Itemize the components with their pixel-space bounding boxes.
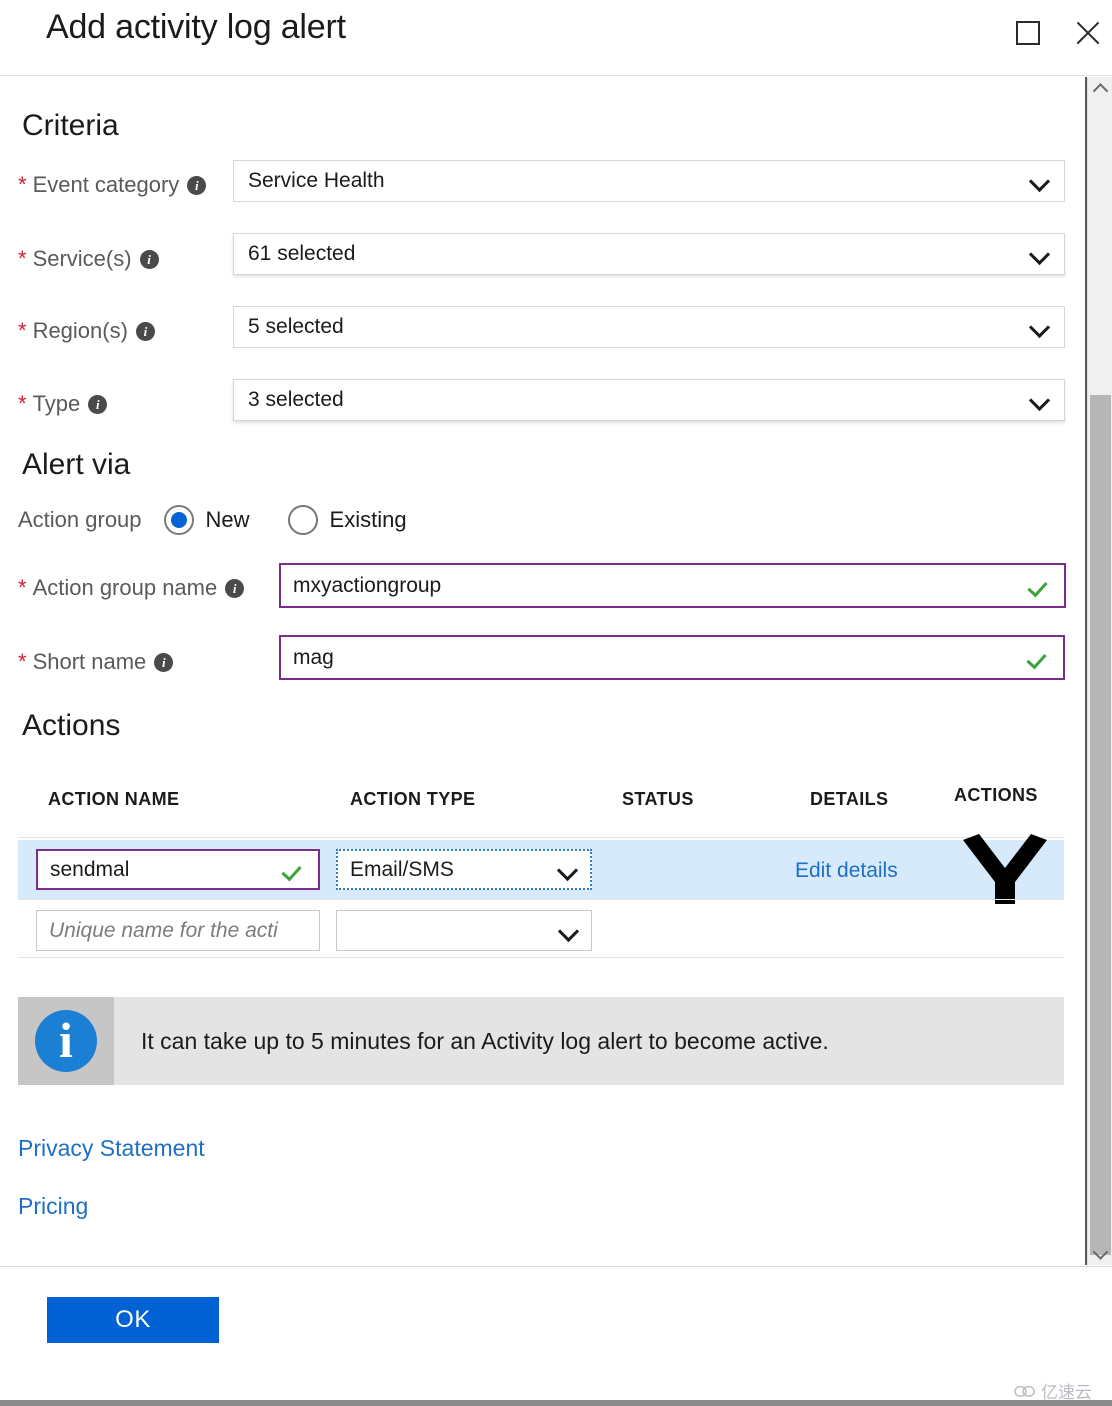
required-asterisk: * [18,575,27,600]
watermark: 亿速云 [1014,1378,1092,1403]
action-group-name-input[interactable]: mxyactiongroup [279,563,1066,608]
chevron-down-icon [1030,244,1050,264]
field-label-text: Action group name [32,575,218,600]
row-action-type-dropdown[interactable]: Email/SMS [336,849,592,890]
valid-check-icon [1029,647,1051,669]
column-header-actions: ACTIONS [954,785,1038,805]
regions-dropdown[interactable]: 5 selected [233,306,1065,348]
info-icon[interactable]: i [139,249,159,269]
regions-label: * Region(s) i [18,318,155,344]
watermark-text: 亿速云 [1041,1383,1092,1402]
alert-via-heading: Alert via [22,448,131,481]
banner-icon-box: i [18,997,114,1085]
radio-existing[interactable] [287,505,318,535]
event-category-label: * Event category i [18,172,207,198]
title-bar: Add activity log alert [0,0,1112,76]
column-header-action-name: ACTION NAME [48,789,180,809]
banner-text: It can take up to 5 minutes for an Activ… [141,1027,829,1054]
field-label-text: Service(s) [32,246,132,271]
column-header-action-type: ACTION TYPE [350,789,476,809]
required-asterisk: * [18,172,27,197]
ok-button[interactable]: OK [47,1297,219,1343]
close-button[interactable] [1060,6,1112,60]
field-label-text: Event category [32,172,180,197]
services-dropdown[interactable]: 61 selected [233,233,1065,275]
criteria-heading: Criteria [22,109,119,142]
action-group-name-label: * Action group name i [18,575,245,601]
table-header-divider [18,837,1064,838]
column-header-status: STATUS [622,789,694,809]
valid-check-icon [284,859,306,881]
column-header-details: DETAILS [810,789,889,809]
valid-check-icon [1030,575,1052,597]
regions-value: 5 selected [248,315,344,338]
new-row-action-type-dropdown[interactable] [336,910,592,951]
type-label: * Type i [18,391,108,417]
chevron-down-icon [1030,171,1050,191]
window-bottom-edge [0,1400,1112,1406]
actions-heading: Actions [22,709,121,742]
page-title: Add activity log alert [46,8,346,46]
services-value: 61 selected [248,242,356,265]
radio-selected-dot [170,512,187,528]
chevron-down-icon [1030,390,1050,410]
type-dropdown[interactable]: 3 selected [233,379,1065,421]
scroll-up-button[interactable] [1088,77,1112,101]
maximize-square-icon [1016,21,1040,45]
short-name-input[interactable]: mag [279,635,1065,680]
field-label-text: Short name [32,649,147,674]
row-action-name-value: sendmal [50,857,130,881]
info-icon[interactable]: i [225,578,245,598]
required-asterisk: * [18,318,27,343]
event-category-value: Service Health [248,169,385,192]
scrollbar-thumb[interactable] [1090,395,1111,1255]
info-icon[interactable]: i [187,175,207,195]
chevron-down-icon [558,860,578,880]
required-asterisk: * [18,391,27,416]
chevron-up-icon [1092,82,1109,99]
field-label-text: Type [32,391,81,416]
info-circle-icon: i [35,1010,97,1072]
type-value: 3 selected [248,388,344,411]
row-action-name-input[interactable]: sendmal [36,849,320,890]
services-label: * Service(s) i [18,246,159,272]
action-group-name-value: mxyactiongroup [293,573,442,597]
new-row-placeholder: Unique name for the acti [49,918,278,942]
short-name-label: * Short name i [18,649,174,675]
table-bottom-divider [18,957,1064,958]
radio-existing-label: Existing [329,507,407,532]
info-icon[interactable]: i [154,652,174,672]
radio-new[interactable] [163,505,194,535]
privacy-statement-link[interactable]: Privacy Statement [18,1135,205,1162]
pricing-link[interactable]: Pricing [18,1193,88,1220]
close-x-icon [1073,18,1103,48]
chevron-down-icon [1030,317,1050,337]
cloud-icon [1014,1385,1035,1397]
scroll-down-button[interactable] [1088,1241,1112,1265]
table-row-divider [18,899,1064,900]
radio-new-label: New [205,507,250,532]
dialog-footer: OK [0,1266,1112,1406]
info-banner: i It can take up to 5 minutes for an Act… [18,997,1064,1085]
event-category-dropdown[interactable]: Service Health [233,160,1065,202]
short-name-value: mag [293,645,334,669]
chevron-down-icon [1092,1243,1109,1260]
field-label-text: Region(s) [32,318,128,343]
action-group-radio-row: Action group New Existing [18,505,407,535]
edit-details-link[interactable]: Edit details [795,859,898,883]
chevron-down-icon [559,921,579,941]
row-action-type-value: Email/SMS [350,857,454,881]
info-icon[interactable]: i [135,321,155,341]
action-group-label: Action group [18,507,142,532]
delete-chevron-icon[interactable] [959,834,1051,904]
required-asterisk: * [18,246,27,271]
new-row-action-name-input[interactable]: Unique name for the acti [36,910,320,951]
dialog-content: Criteria * Event category i Service Heal… [0,77,1085,1265]
info-icon[interactable]: i [88,394,108,414]
maximize-button[interactable] [1000,6,1056,60]
vertical-scrollbar[interactable] [1087,77,1112,1265]
required-asterisk: * [18,649,27,674]
